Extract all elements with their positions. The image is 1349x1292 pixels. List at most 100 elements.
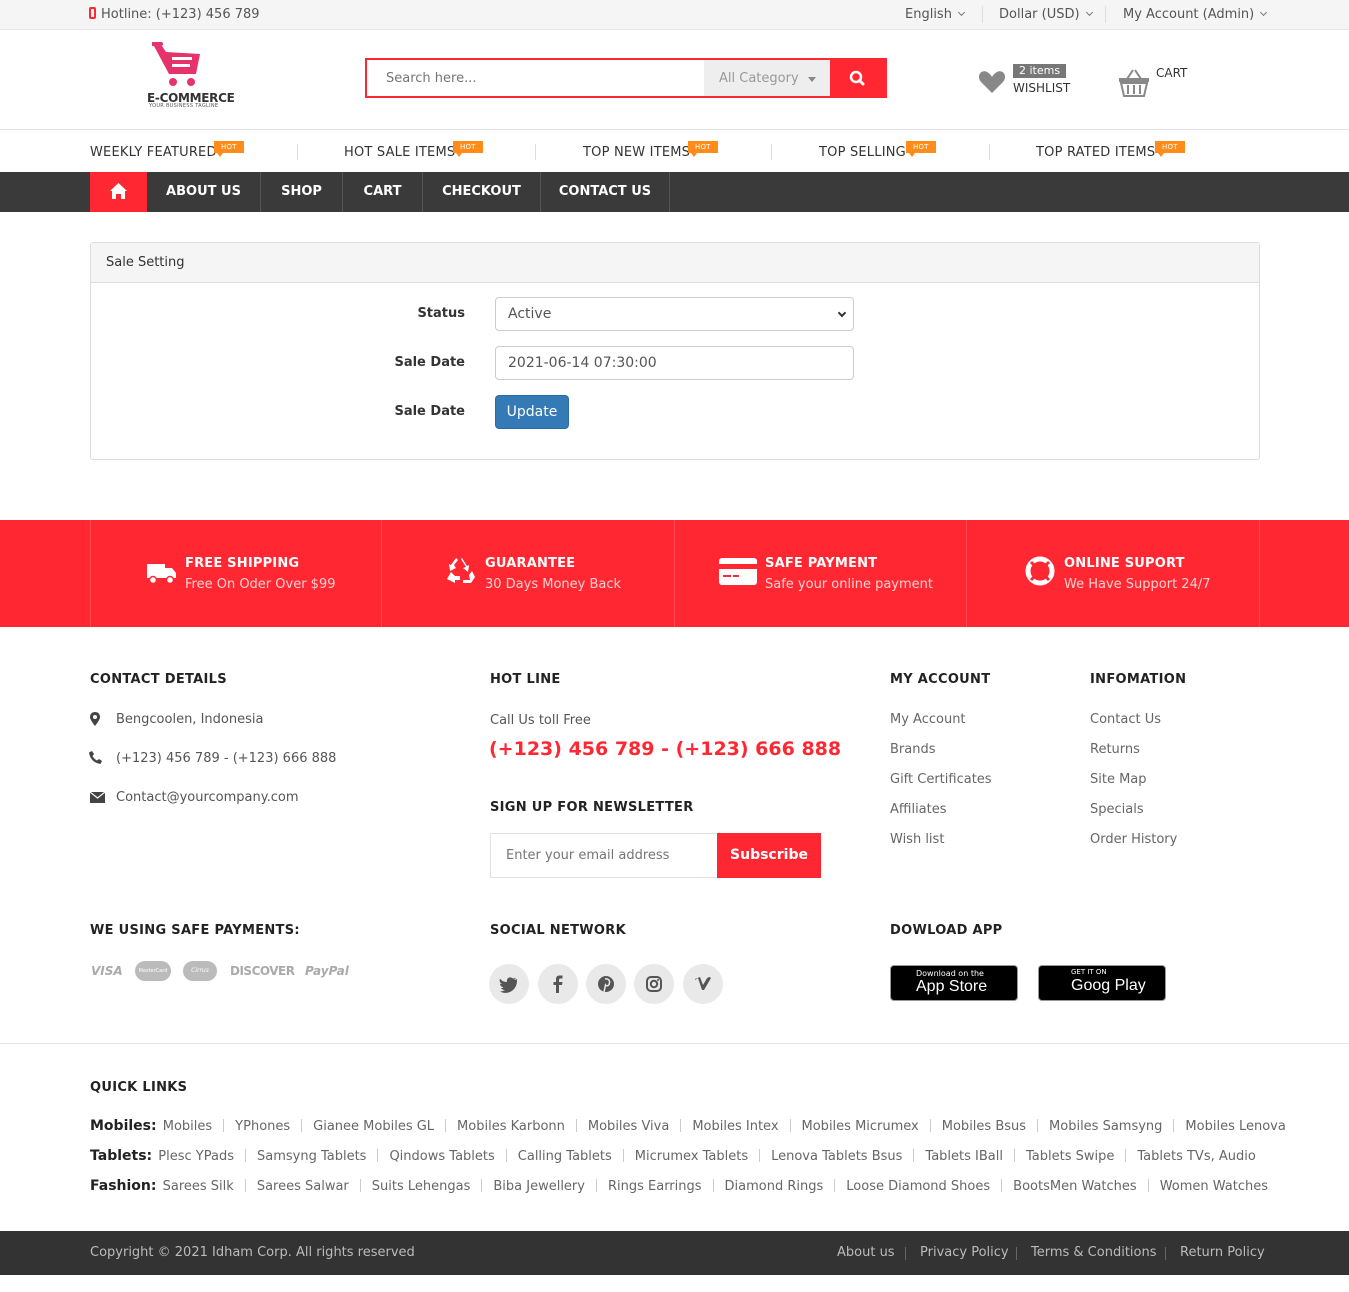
quick-link[interactable]: Mobiles Intex xyxy=(692,1119,778,1134)
instagram-icon[interactable] xyxy=(634,964,674,1004)
quick-link[interactable]: Tablets Swipe xyxy=(1026,1149,1114,1164)
quick-link[interactable]: Sarees Salwar xyxy=(257,1179,349,1194)
top-bar: Hotline: (+123) 456 789 English Dollar (… xyxy=(0,0,1349,30)
footer-link-my-account[interactable]: My Account xyxy=(890,712,966,727)
footer-privacy-policy[interactable]: Privacy Policy xyxy=(920,1245,1009,1260)
quick-link[interactable]: Mobiles xyxy=(163,1119,212,1134)
contact-details-title: CONTACT DETAILS xyxy=(90,672,227,687)
quick-link[interactable]: Women Watches xyxy=(1160,1179,1268,1194)
footer-link-contact-us[interactable]: Contact Us xyxy=(1090,712,1161,727)
footer-link-returns[interactable]: Returns xyxy=(1090,742,1140,757)
footer-link-specials[interactable]: Specials xyxy=(1090,802,1144,817)
footer-terms-conditions[interactable]: Terms & Conditions xyxy=(1031,1245,1157,1260)
quick-link[interactable]: Samsyng Tablets xyxy=(257,1149,366,1164)
account-select[interactable]: My Account (Admin) xyxy=(1123,7,1268,22)
quick-link[interactable]: Mobiles Viva xyxy=(588,1119,669,1134)
featured-top-selling[interactable]: TOP SELLING HOT xyxy=(819,141,936,160)
twitter-icon[interactable] xyxy=(489,964,529,1004)
category-label: Tablets: xyxy=(90,1148,153,1164)
search-input[interactable] xyxy=(367,60,704,96)
map-marker-icon xyxy=(90,712,100,726)
update-button[interactable]: Update xyxy=(495,395,569,429)
footer-link-affiliates[interactable]: Affiliates xyxy=(890,802,947,817)
nav-checkout[interactable]: CHECKOUT xyxy=(423,172,541,212)
hot-badge: HOT xyxy=(453,141,483,157)
featured-weekly[interactable]: WEEKLY FEATURED HOT xyxy=(90,141,244,160)
nav-contact-us[interactable]: CONTACT US xyxy=(541,172,670,212)
nav-shop[interactable]: SHOP xyxy=(261,172,343,212)
quick-link[interactable]: Micrumex Tablets xyxy=(635,1149,748,1164)
quick-link[interactable]: BootsMen Watches xyxy=(1013,1179,1137,1194)
quick-link[interactable]: Mobiles Samsyng xyxy=(1049,1119,1162,1134)
facebook-icon[interactable] xyxy=(538,964,578,1004)
quick-link[interactable]: Biba Jewellery xyxy=(493,1179,585,1194)
app-store-button[interactable]: Download on the App Store xyxy=(890,965,1018,1001)
wishlist-link[interactable]: WISHLIST xyxy=(1013,81,1070,95)
mastercard-icon: MasterCard xyxy=(135,961,171,981)
sale-date-label-2: Sale Date xyxy=(394,404,465,419)
feature-subtitle: 30 Days Money Back xyxy=(485,577,622,592)
subscribe-button[interactable]: Subscribe xyxy=(717,833,821,878)
vimeo-icon[interactable] xyxy=(683,964,723,1004)
contact-email[interactable]: Contact@yourcompany.com xyxy=(116,790,298,805)
divider xyxy=(1165,1247,1166,1260)
divider xyxy=(535,144,536,160)
footer-return-policy[interactable]: Return Policy xyxy=(1180,1245,1265,1260)
nav-cart[interactable]: CART xyxy=(343,172,423,212)
quick-links-mobiles: Mobiles: Mobiles YPhones Gianee Mobiles GL… xyxy=(90,1118,1286,1134)
quick-link[interactable]: YPhones xyxy=(235,1119,290,1134)
featured-top-new[interactable]: TOP NEW ITEMS HOT xyxy=(583,141,718,160)
footer-divider xyxy=(0,1043,1349,1044)
sale-date-value: 2021-06-14 07:30:00 xyxy=(508,355,657,371)
divider xyxy=(905,1247,906,1260)
divider xyxy=(1105,6,1106,23)
quick-link[interactable]: Mobiles Bsus xyxy=(942,1119,1026,1134)
logo-cart-icon[interactable] xyxy=(152,42,204,88)
footer-about-us[interactable]: About us xyxy=(837,1245,895,1260)
category-select[interactable]: All Category xyxy=(704,60,830,96)
featured-hot-sale[interactable]: HOT SALE ITEMS HOT xyxy=(344,141,483,160)
search-button[interactable] xyxy=(830,60,885,96)
nav-about-us[interactable]: ABOUT US xyxy=(147,172,261,212)
language-select[interactable]: English xyxy=(905,7,965,22)
cart-link[interactable]: CART xyxy=(1156,66,1187,80)
footer-link-gift-certificates[interactable]: Gift Certificates xyxy=(890,772,992,787)
status-select[interactable]: Active xyxy=(495,297,854,331)
footer-link-site-map[interactable]: Site Map xyxy=(1090,772,1147,787)
quick-link[interactable]: Mobiles Lenova xyxy=(1185,1119,1285,1134)
wishlist-count-badge: 2 items xyxy=(1013,64,1067,78)
quick-link[interactable]: Tablets TVs, Audio xyxy=(1137,1149,1255,1164)
quick-link[interactable]: Calling Tablets xyxy=(518,1149,612,1164)
quick-link[interactable]: Loose Diamond Shoes xyxy=(846,1179,990,1194)
featured-label: TOP RATED ITEMS xyxy=(1036,145,1156,160)
quick-link[interactable]: Lenova Tablets Bsus xyxy=(771,1149,902,1164)
currency-select[interactable]: Dollar (USD) xyxy=(999,7,1093,22)
sale-date-input[interactable]: 2021-06-14 07:30:00 xyxy=(495,346,854,380)
quick-link[interactable]: Gianee Mobiles GL xyxy=(313,1119,434,1134)
social-network-title: SOCIAL NETWORK xyxy=(490,923,626,938)
basket-icon[interactable] xyxy=(1118,68,1150,98)
newsletter-email-input[interactable] xyxy=(491,834,716,877)
quick-link[interactable]: Diamond Rings xyxy=(725,1179,824,1194)
quick-link[interactable]: Mobiles Karbonn xyxy=(457,1119,565,1134)
heart-icon[interactable] xyxy=(978,70,1006,94)
footer-link-brands[interactable]: Brands xyxy=(890,742,936,757)
nav-home[interactable] xyxy=(90,172,147,212)
paypal-icon: PayPal xyxy=(305,964,349,978)
quick-link[interactable]: Sarees Silk xyxy=(163,1179,234,1194)
hotline-text: Hotline: (+123) 456 789 xyxy=(101,7,260,22)
quick-link[interactable]: Plesc YPads xyxy=(158,1149,234,1164)
footer-link-order-history[interactable]: Order History xyxy=(1090,832,1177,847)
feature-safe-payment: SAFE PAYMENT Safe your online payment xyxy=(674,520,966,627)
quick-link[interactable]: Tablets IBall xyxy=(925,1149,1003,1164)
quick-link[interactable]: Qindows Tablets xyxy=(389,1149,494,1164)
hotline: Hotline: (+123) 456 789 xyxy=(89,7,260,22)
quick-link[interactable]: Mobiles Micrumex xyxy=(802,1119,919,1134)
google-play-button[interactable]: GET IT ON Goog Play xyxy=(1038,965,1166,1001)
google-play-small-text: GET IT ON xyxy=(1071,968,1107,976)
quick-link[interactable]: Suits Lehengas xyxy=(372,1179,471,1194)
pinterest-icon[interactable] xyxy=(586,964,626,1004)
featured-top-rated[interactable]: TOP RATED ITEMS HOT xyxy=(1036,141,1185,160)
footer-link-wish-list[interactable]: Wish list xyxy=(890,832,944,847)
quick-link[interactable]: Rings Earrings xyxy=(608,1179,702,1194)
